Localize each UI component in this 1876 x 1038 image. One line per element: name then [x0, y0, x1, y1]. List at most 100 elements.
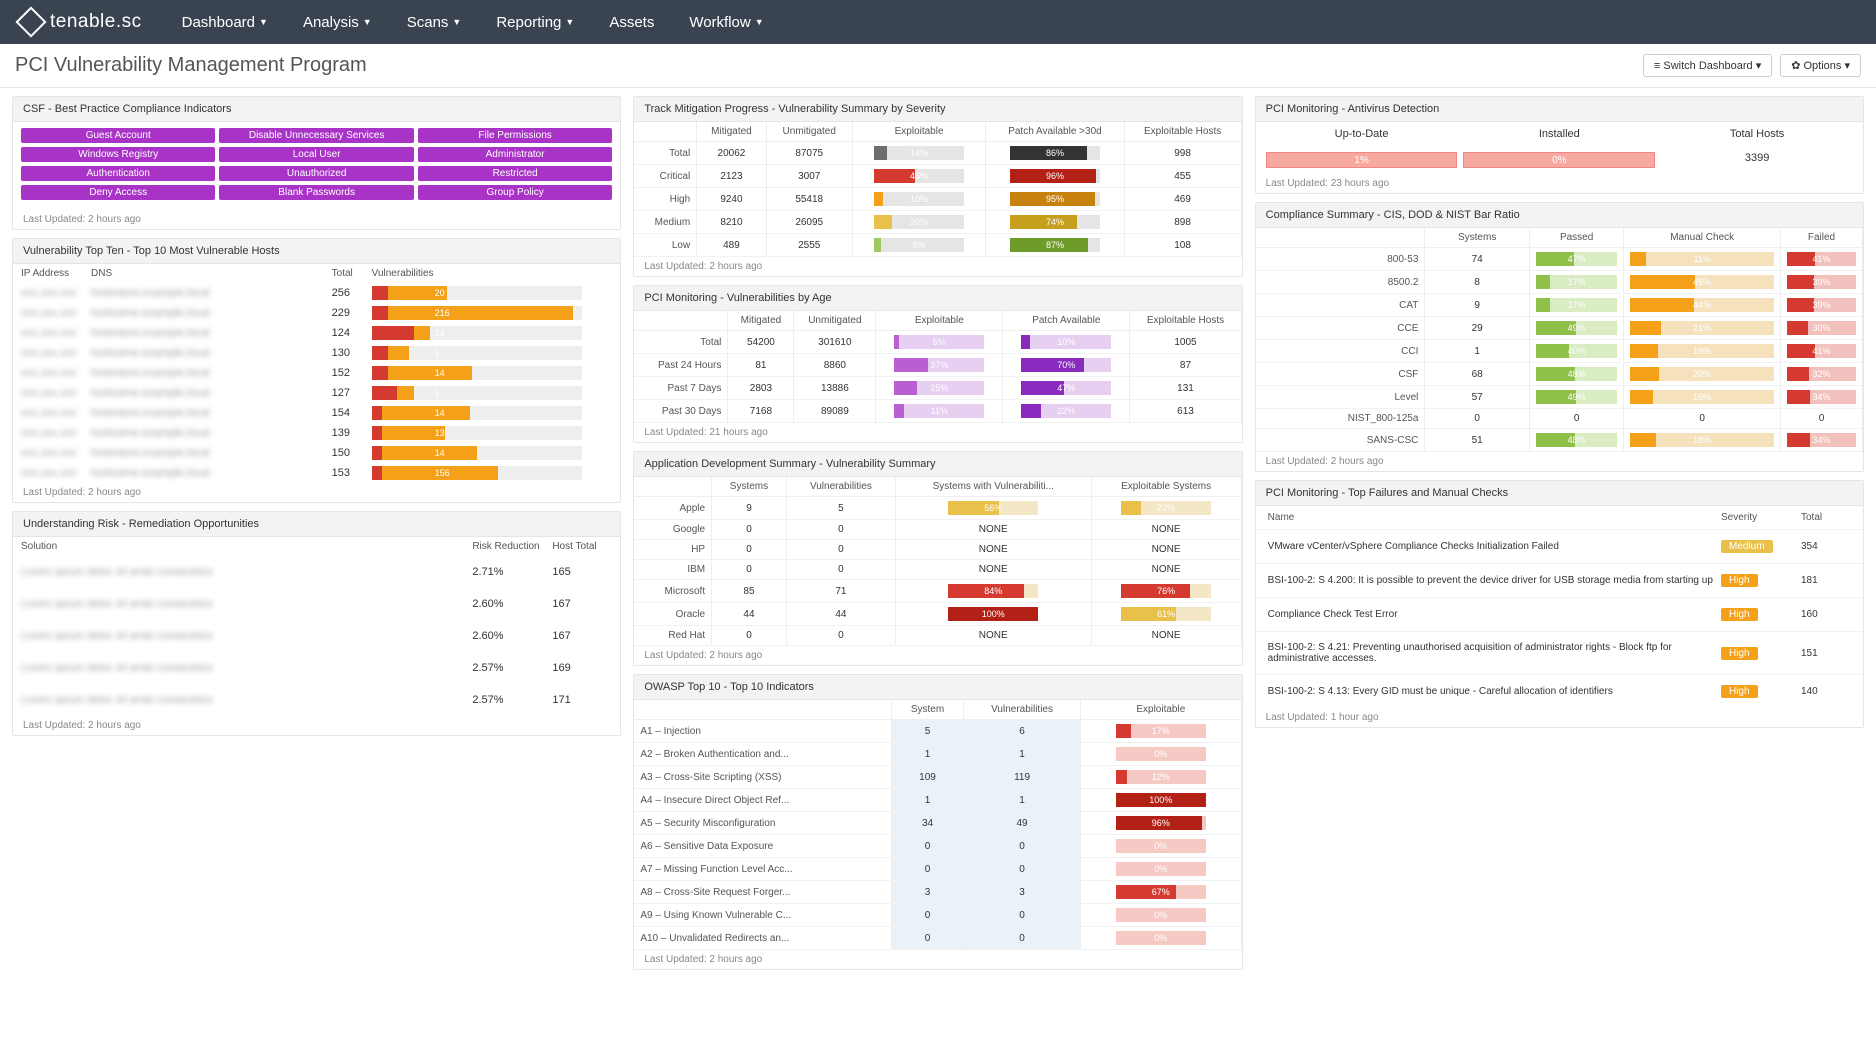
total-cell: 153 — [332, 467, 372, 479]
table-row[interactable]: Apple9556%22% — [634, 497, 1241, 520]
table-row[interactable]: A3 – Cross-Site Scripting (XSS) 109 119 … — [634, 766, 1241, 789]
indicator-pill[interactable]: Local User — [219, 147, 413, 162]
table-row[interactable]: Lorem ipsum dolor sit amet consectetur 2… — [13, 684, 620, 716]
switch-dashboard-button[interactable]: ≡ Switch Dashboard ▾ — [1643, 54, 1772, 77]
table-row[interactable]: CCI140%19%41% — [1256, 340, 1863, 363]
table-row[interactable]: 800-537447%11%41% — [1256, 248, 1863, 271]
table-row[interactable]: A5 – Security Misconfiguration 34 49 96% — [634, 812, 1241, 835]
table-row[interactable]: A1 – Injection 5 6 17% — [634, 720, 1241, 743]
table-row[interactable]: Past 24 Hours818860 37% 70% 87 — [634, 354, 1241, 377]
page-title: PCI Vulnerability Management Program — [15, 54, 1635, 77]
dns-cell: hostname.example.local — [91, 307, 332, 319]
indicator-pill[interactable]: Administrator — [418, 147, 612, 162]
card-top10-hosts: Vulnerability Top Ten - Top 10 Most Vuln… — [12, 238, 621, 503]
table-row[interactable]: Total2006287075 14% 86% 998 — [634, 142, 1241, 165]
table-row[interactable]: Total54200301610 5% 10% 1005 — [634, 331, 1241, 354]
table-row[interactable]: xxx.xxx.xxx hostname.example.local 139 1… — [13, 423, 620, 443]
dns-cell: hostname.example.local — [91, 327, 332, 339]
table-row[interactable]: VMware vCenter/vSphere Compliance Checks… — [1256, 529, 1863, 563]
table-row[interactable]: NIST_800-125a0000 — [1256, 409, 1863, 429]
table-row[interactable]: xxx.xxx.xxx hostname.example.local 124 2… — [13, 323, 620, 343]
nav-scans[interactable]: Scans▼ — [407, 14, 462, 31]
indicator-pill[interactable]: Windows Registry — [21, 147, 215, 162]
table-row[interactable]: A7 – Missing Function Level Acc... 0 0 0… — [634, 858, 1241, 881]
card-mitigation-progress: Track Mitigation Progress - Vulnerabilit… — [633, 96, 1242, 277]
indicator-pill[interactable]: Disable Unnecessary Services — [219, 128, 413, 143]
table-row[interactable]: BSI-100-2: S 4.13: Every GID must be uni… — [1256, 674, 1863, 708]
table-row[interactable]: xxx.xxx.xxx hostname.example.local 153 1… — [13, 463, 620, 483]
total-cell: 154 — [332, 407, 372, 419]
indicator-pill[interactable]: File Permissions — [418, 128, 612, 143]
last-updated: Last Updated: 23 hours ago — [1256, 174, 1863, 193]
options-button[interactable]: ✿ Options ▾ — [1780, 54, 1861, 77]
table-row[interactable]: Critical21233007 46% 96% 455 — [634, 165, 1241, 188]
table-row[interactable]: Lorem ipsum dolor sit amet consectetur 2… — [13, 620, 620, 652]
card-title: Compliance Summary - CIS, DOD & NIST Bar… — [1256, 203, 1863, 228]
page-header: PCI Vulnerability Management Program ≡ S… — [0, 44, 1876, 88]
table-row[interactable]: High924055418 10% 95% 469 — [634, 188, 1241, 211]
table-row[interactable]: Oracle4444100%61% — [634, 603, 1241, 626]
table-row[interactable]: Google00NONENONE — [634, 520, 1241, 540]
table-row[interactable]: xxx.xxx.xxx hostname.example.local 130 1 — [13, 343, 620, 363]
caret-down-icon: ▼ — [755, 17, 764, 27]
nav-dashboard[interactable]: Dashboard▼ — [182, 14, 268, 31]
table-row[interactable]: xxx.xxx.xxx hostname.example.local 127 1 — [13, 383, 620, 403]
table-row[interactable]: A9 – Using Known Vulnerable C... 0 0 0% — [634, 904, 1241, 927]
table-row[interactable]: A2 – Broken Authentication and... 1 1 0% — [634, 743, 1241, 766]
table-row[interactable]: Lorem ipsum dolor sit amet consectetur 2… — [13, 588, 620, 620]
table-row[interactable]: A6 – Sensitive Data Exposure 0 0 0% — [634, 835, 1241, 858]
table-row[interactable]: A4 – Insecure Direct Object Ref... 1 1 1… — [634, 789, 1241, 812]
indicator-pill[interactable]: Deny Access — [21, 185, 215, 200]
table-row[interactable]: xxx.xxx.xxx hostname.example.local 152 1… — [13, 363, 620, 383]
table-row[interactable]: Lorem ipsum dolor sit amet consectetur 2… — [13, 652, 620, 684]
last-updated: Last Updated: 2 hours ago — [634, 646, 1241, 665]
table-row[interactable]: HP00NONENONE — [634, 540, 1241, 560]
table-row[interactable]: xxx.xxx.xxx hostname.example.local 154 1… — [13, 403, 620, 423]
indicator-pill[interactable]: Blank Passwords — [219, 185, 413, 200]
ip-cell: xxx.xxx.xxx — [21, 407, 91, 419]
table-row[interactable]: xxx.xxx.xxx hostname.example.local 150 1… — [13, 443, 620, 463]
nav-reporting[interactable]: Reporting▼ — [496, 14, 574, 31]
table-row[interactable]: Red Hat00NONENONE — [634, 626, 1241, 646]
nav-assets[interactable]: Assets — [609, 14, 654, 31]
table-row[interactable]: Compliance Check Test Error High 160 — [1256, 597, 1863, 631]
table-row[interactable]: Low4892555 8% 87% 108 — [634, 234, 1241, 257]
table-row[interactable]: CCE2949%21%30% — [1256, 317, 1863, 340]
indicator-pill[interactable]: Guest Account — [21, 128, 215, 143]
table-row[interactable]: SANS-CSC5148%18%34% — [1256, 429, 1863, 452]
table-row[interactable]: CSF6848%20%32% — [1256, 363, 1863, 386]
indicator-pill[interactable]: Restricted — [418, 166, 612, 181]
last-updated: Last Updated: 2 hours ago — [1256, 452, 1863, 471]
indicator-pill[interactable]: Group Policy — [418, 185, 612, 200]
dns-cell: hostname.example.local — [91, 447, 332, 459]
ip-cell: xxx.xxx.xxx — [21, 467, 91, 479]
table-row[interactable]: A10 – Unvalidated Redirects an... 0 0 0% — [634, 927, 1241, 950]
last-updated: Last Updated: 2 hours ago — [13, 483, 620, 502]
table-row[interactable]: Lorem ipsum dolor sit amet consectetur 2… — [13, 556, 620, 588]
table-row[interactable]: A8 – Cross-Site Request Forger... 3 3 67… — [634, 881, 1241, 904]
table-row[interactable]: Past 30 Days716889089 11% 22% 613 — [634, 400, 1241, 423]
table-row[interactable]: Level5749%16%34% — [1256, 386, 1863, 409]
indicator-pill[interactable]: Unauthorized — [219, 166, 413, 181]
table-row[interactable]: BSI-100-2: S 4.200: It is possible to pr… — [1256, 563, 1863, 597]
table-row[interactable]: CAT917%44%39% — [1256, 294, 1863, 317]
severity-badge: High — [1721, 574, 1758, 587]
table-row[interactable]: xxx.xxx.xxx hostname.example.local 256 2… — [13, 283, 620, 303]
nav-analysis[interactable]: Analysis▼ — [303, 14, 372, 31]
severity-badge: High — [1721, 685, 1758, 698]
table-row[interactable]: IBM00NONENONE — [634, 560, 1241, 580]
card-title: CSF - Best Practice Compliance Indicator… — [13, 97, 620, 122]
table-row[interactable]: xxx.xxx.xxx hostname.example.local 229 2… — [13, 303, 620, 323]
card-title: Understanding Risk - Remediation Opportu… — [13, 512, 620, 537]
table-row[interactable]: Microsoft857184%76% — [634, 580, 1241, 603]
table-row[interactable]: Past 7 Days280313886 25% 47% 131 — [634, 377, 1241, 400]
nav-workflow[interactable]: Workflow▼ — [689, 14, 763, 31]
table-row[interactable]: 8500.2817%45%39% — [1256, 271, 1863, 294]
card-title: Track Mitigation Progress - Vulnerabilit… — [634, 97, 1241, 122]
indicator-pill[interactable]: Authentication — [21, 166, 215, 181]
total-cell: 150 — [332, 447, 372, 459]
table-row[interactable]: Medium821026095 20% 74% 898 — [634, 211, 1241, 234]
severity-badge: Medium — [1721, 540, 1773, 553]
risk-reduction-cell: 2.60% — [472, 598, 552, 610]
table-row[interactable]: BSI-100-2: S 4.21: Preventing unauthoris… — [1256, 631, 1863, 674]
